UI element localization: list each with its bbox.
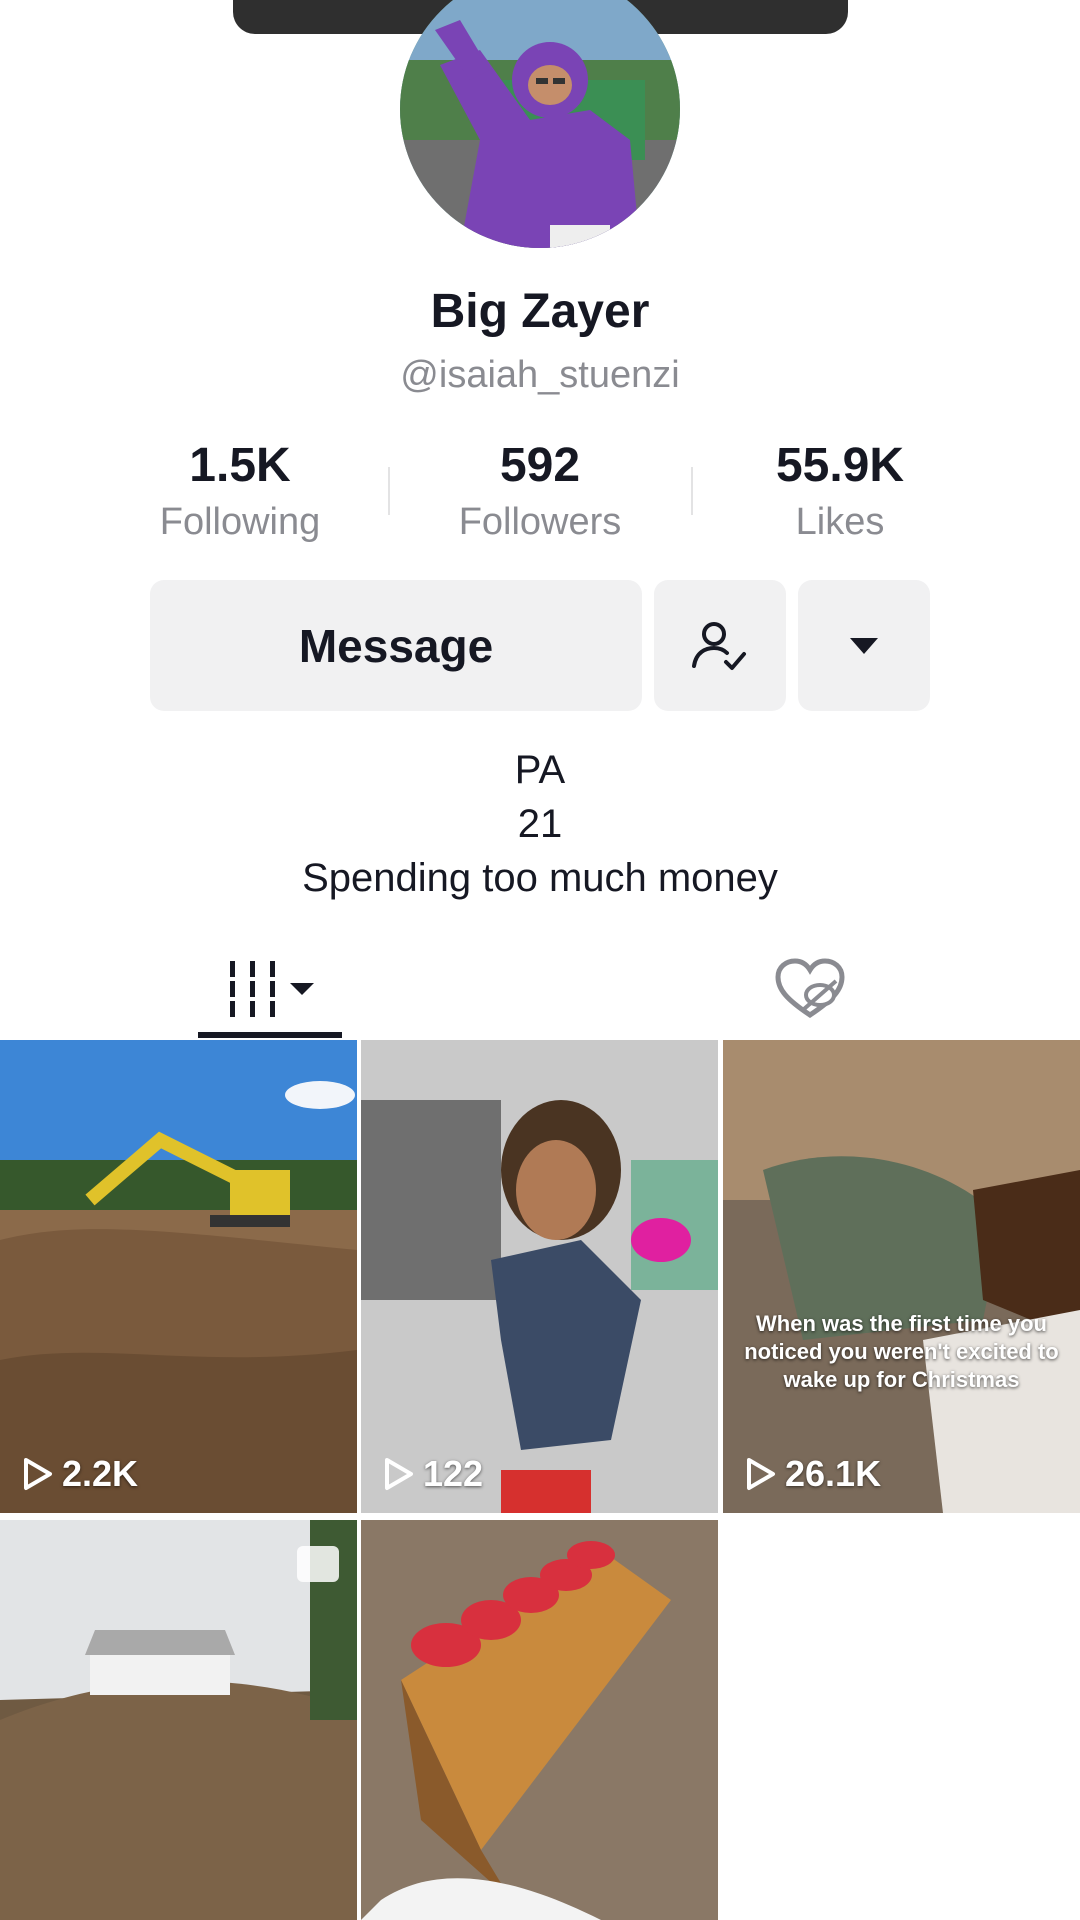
user-check-icon [692, 621, 746, 670]
view-count-value: 122 [423, 1453, 484, 1494]
grid-icon [230, 961, 314, 1017]
active-tab-indicator [198, 1032, 342, 1038]
bio-line-age: 21 [517, 802, 563, 846]
view-count-value: 2.2K [62, 1453, 139, 1494]
display-name: Big Zayer [430, 285, 650, 338]
video-caption: When was the first time you noticed you … [744, 1311, 1059, 1392]
video-thumbnail[interactable] [361, 1520, 718, 1920]
excavator-thumbnail-image [0, 1040, 357, 1513]
play-icon [747, 1458, 775, 1490]
play-icon [385, 1458, 413, 1490]
stat-followers[interactable]: 592 Followers [430, 438, 650, 548]
video-thumbnail[interactable] [0, 1520, 357, 1920]
stat-following[interactable]: 1.5K Following [130, 438, 350, 548]
bio-line-location: PA [514, 748, 566, 792]
bio-line-description: Spending too much money [302, 856, 778, 900]
christmas-thumbnail-image [723, 1040, 1080, 1513]
followers-label: Followers [458, 501, 622, 543]
username-handle: @isaiah_stuenzi [400, 354, 680, 396]
more-button[interactable] [798, 580, 930, 711]
stat-divider [691, 467, 693, 515]
avatar[interactable] [400, 0, 680, 248]
likes-count: 55.9K [775, 439, 905, 492]
followers-count: 592 [499, 439, 581, 492]
person-thumbnail-image [361, 1040, 718, 1513]
hidden-heart-icon [775, 958, 845, 1019]
view-count: 2.2K [22, 1453, 138, 1495]
video-thumbnail[interactable]: 122 [361, 1040, 718, 1513]
following-button[interactable] [654, 580, 786, 711]
video-thumbnail[interactable]: When was the first time you noticed you … [723, 1040, 1080, 1513]
gingerbread-thumbnail-image [361, 1520, 718, 1920]
tab-liked[interactable] [738, 940, 882, 1038]
view-count-value: 26.1K [785, 1453, 882, 1494]
message-button[interactable]: Message [150, 580, 642, 711]
avatar-image [400, 0, 680, 248]
tab-videos[interactable] [198, 940, 342, 1038]
likes-label: Likes [795, 501, 885, 543]
video-thumbnail[interactable]: 2.2K [0, 1040, 357, 1513]
following-label: Following [159, 501, 321, 543]
caret-down-icon [850, 637, 878, 654]
view-count: 122 [383, 1453, 483, 1495]
play-icon [24, 1458, 52, 1490]
following-count: 1.5K [189, 439, 291, 492]
photo-icon [297, 1546, 339, 1582]
stat-likes[interactable]: 55.9K Likes [730, 438, 950, 548]
stat-divider [388, 467, 390, 515]
view-count: 26.1K [745, 1453, 881, 1495]
